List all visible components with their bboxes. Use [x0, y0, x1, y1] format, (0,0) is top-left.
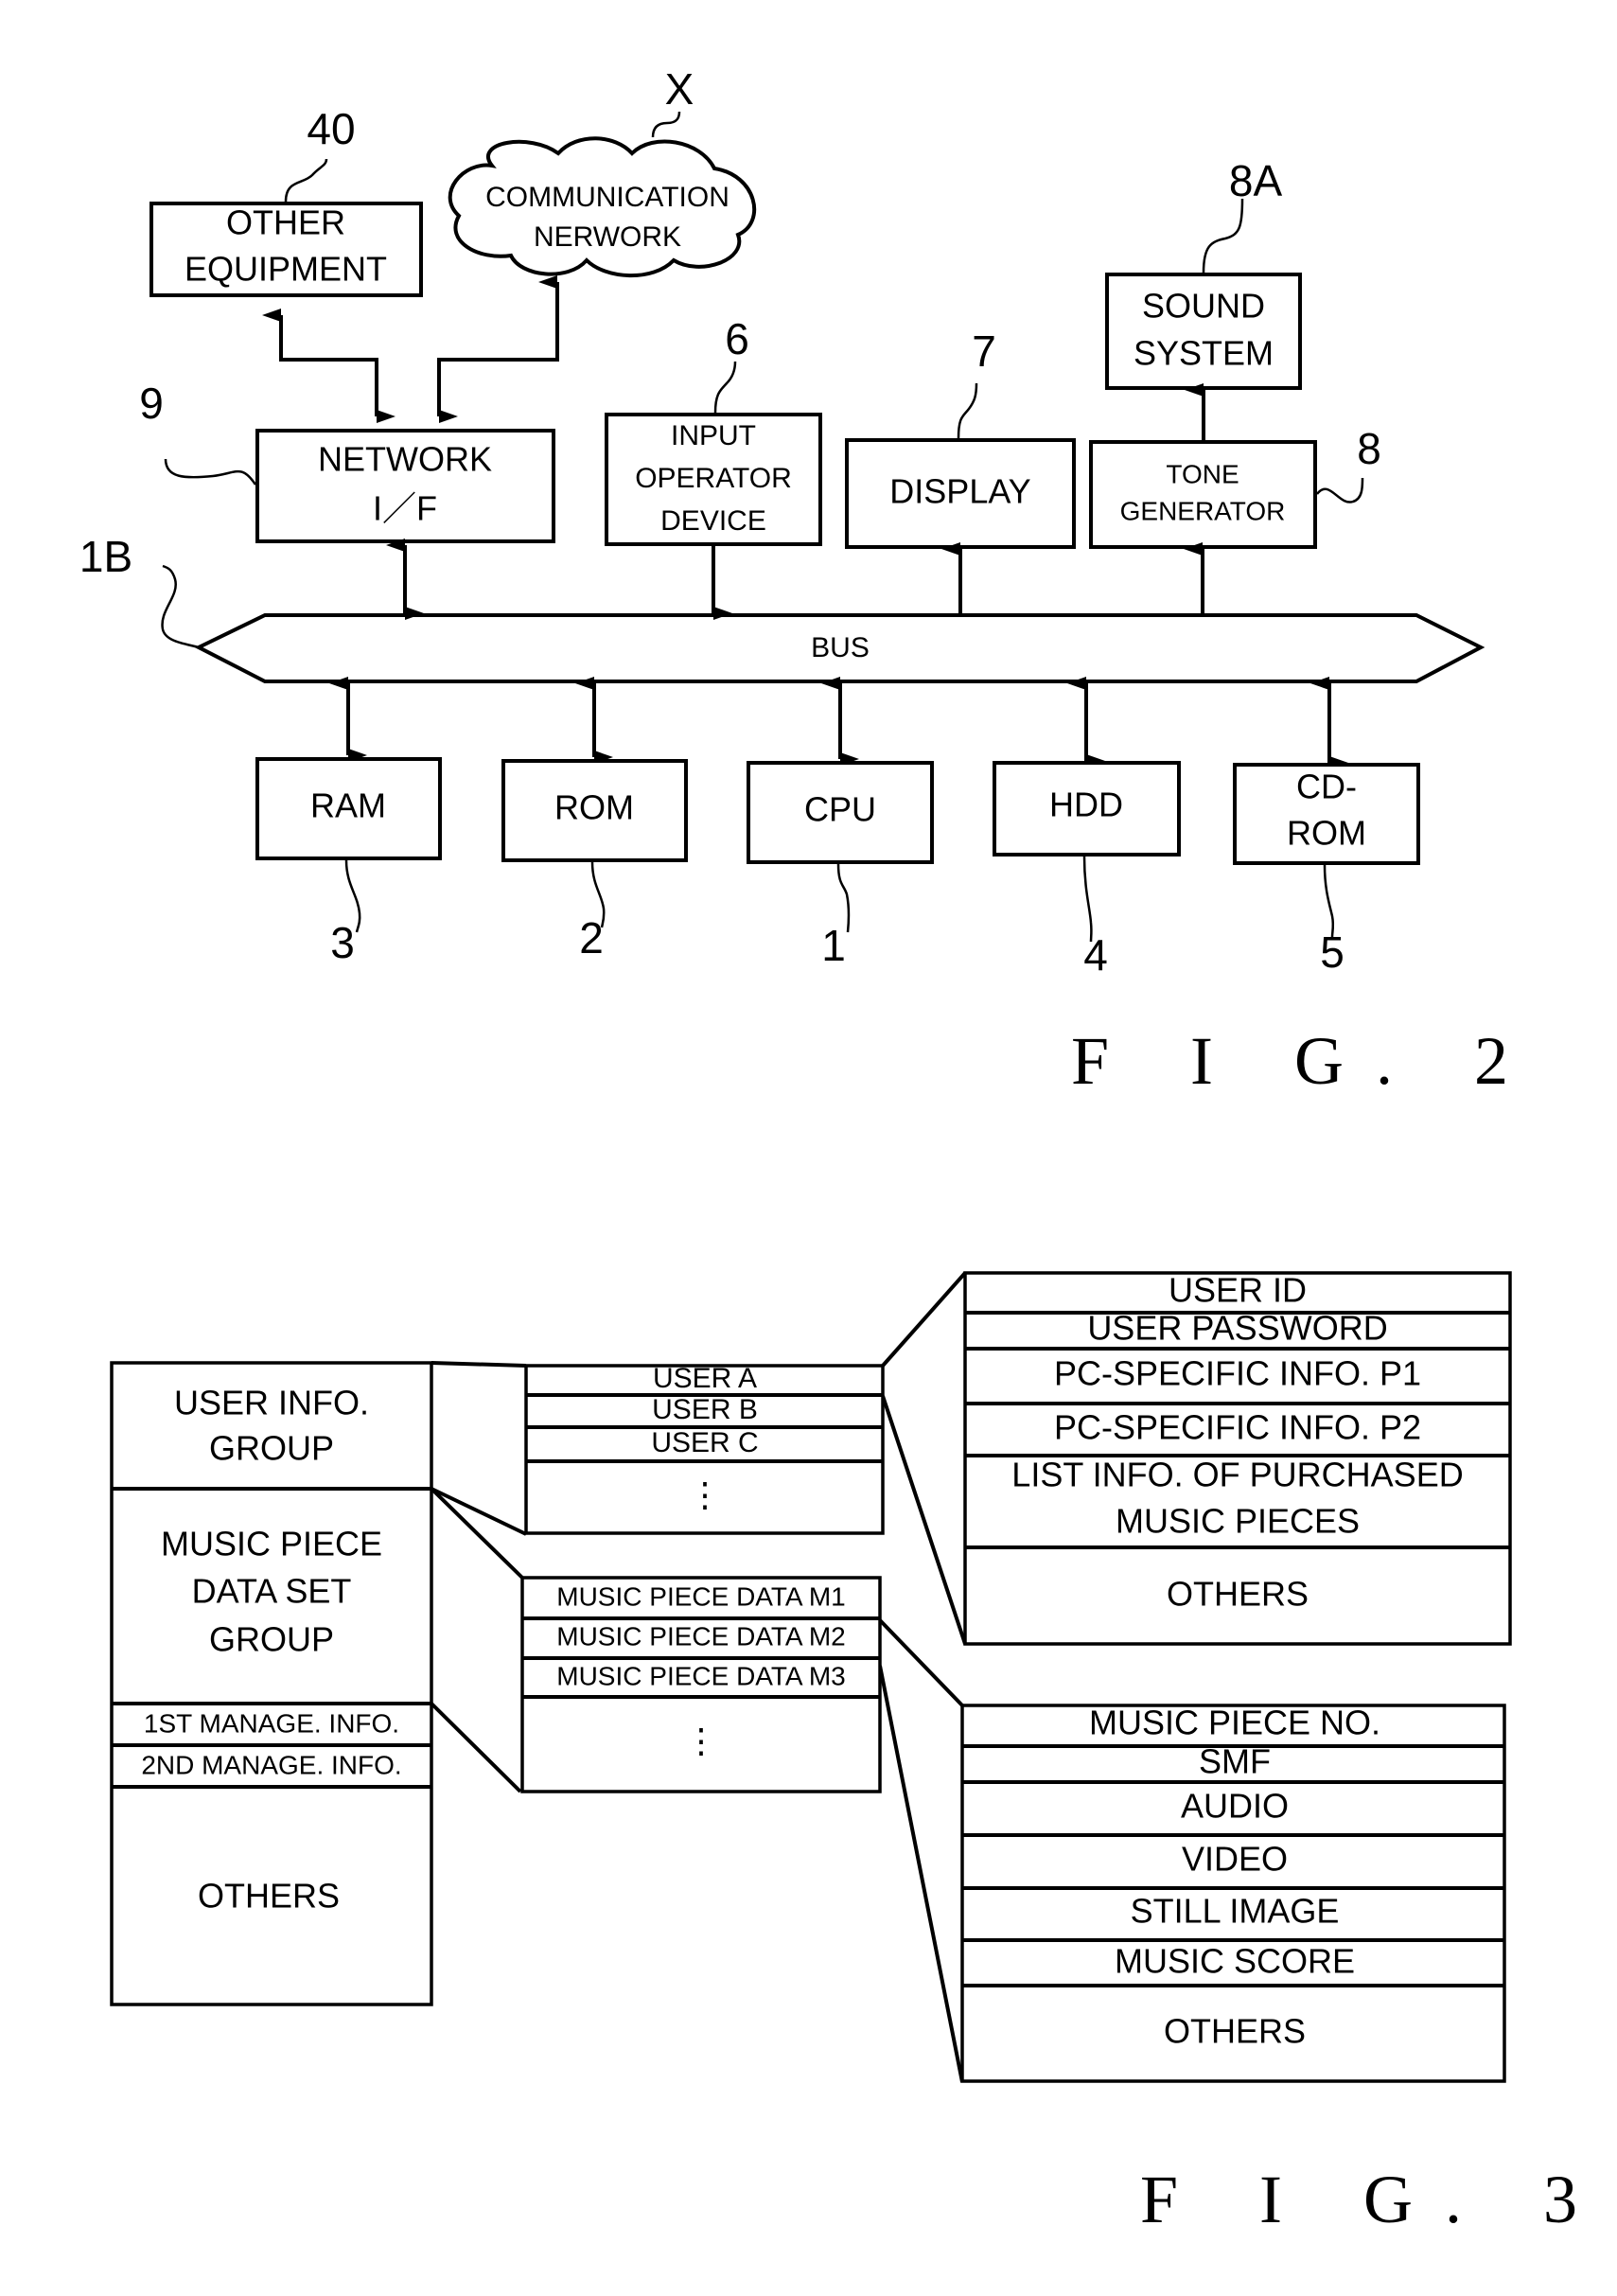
network-connections: [262, 275, 559, 423]
hdd-block: HDD 4: [993, 761, 1181, 980]
fig2-caption: F I G. 2: [1071, 1023, 1540, 1099]
ref-numeral-6: 6: [725, 314, 749, 363]
ref-numeral-7: 7: [972, 327, 996, 376]
ref-numeral-9: 9: [139, 379, 164, 428]
purchased-list-line1: LIST INFO. OF PURCHASED: [1011, 1456, 1463, 1494]
second-manage-info: 2ND MANAGE. INFO.: [141, 1750, 401, 1779]
communication-network-label-line1: COMMUNICATION: [485, 182, 729, 213]
input-operator-label-line1: INPUT: [671, 420, 756, 451]
music-group-line3: GROUP: [209, 1620, 334, 1659]
input-operator-label-line2: OPERATOR: [635, 463, 792, 494]
music-detail-field: STILL IMAGE: [1131, 1892, 1340, 1931]
other-equipment-label-line2: EQUIPMENT: [185, 250, 387, 289]
fig2-block-diagram: OTHER EQUIPMENT 40 COMMUNICATION NERWORK…: [79, 64, 1540, 1099]
music-detail-field: AUDIO: [1181, 1787, 1289, 1826]
pc-specific-info-p2: PC-SPECIFIC INFO. P2: [1054, 1408, 1421, 1447]
network-interface-block: NETWORK I／F 9: [139, 379, 555, 543]
user-info-group-line1: USER INFO.: [174, 1384, 369, 1422]
ref-numeral-3: 3: [330, 918, 355, 967]
music-list-item: MUSIC PIECE DATA M3: [556, 1661, 845, 1690]
display-block: DISPLAY 7: [845, 327, 1076, 549]
input-operator-label-line3: DEVICE: [660, 505, 766, 537]
input-operator-device-block: INPUT OPERATOR DEVICE 6: [605, 314, 822, 546]
music-detail-field: MUSIC SCORE: [1115, 1942, 1355, 1981]
user-info-group-line2: GROUP: [209, 1429, 334, 1468]
bus-top-connectors: [386, 539, 1204, 620]
fig3-caption: F I G. 3: [1140, 2162, 1609, 2237]
database-main-table: USER INFO. GROUP MUSIC PIECE DATA SET GR…: [110, 1361, 433, 2006]
user-list-table: USER A USER B USER C ⋮: [524, 1363, 885, 1535]
cdrom-label-line1: CD-: [1296, 768, 1357, 806]
music-list-item: MUSIC PIECE DATA M2: [556, 1621, 845, 1651]
ref-label-x: X: [665, 64, 694, 114]
cpu-block: CPU 1: [747, 761, 934, 970]
patent-drawing-sheet: OTHER EQUIPMENT 40 COMMUNICATION NERWORK…: [79, 64, 1609, 2237]
user-id-field: USER ID: [1169, 1271, 1307, 1310]
ref-numeral-8: 8: [1357, 424, 1381, 473]
purchased-list-line2: MUSIC PIECES: [1116, 1502, 1360, 1541]
music-piece-list-table: MUSIC PIECE DATA M1 MUSIC PIECE DATA M2 …: [520, 1576, 882, 1793]
sound-system-block: SOUND SYSTEM 8A: [1105, 156, 1302, 442]
ref-label-1b: 1B: [79, 532, 132, 581]
network-if-label-line1: NETWORK: [318, 440, 492, 479]
other-equipment-block: OTHER EQUIPMENT 40: [149, 104, 423, 297]
sound-system-label-line1: SOUND: [1142, 287, 1265, 326]
music-group-line2: DATA SET: [192, 1572, 352, 1611]
music-detail-field: MUSIC PIECE NO.: [1089, 1704, 1380, 1742]
cdrom-block: CD- ROM 5: [1233, 763, 1420, 977]
ram-label: RAM: [310, 786, 386, 825]
ref-numeral-4: 4: [1083, 930, 1108, 980]
user-list-item: USER B: [652, 1394, 758, 1425]
pc-specific-info-p1: PC-SPECIFIC INFO. P1: [1054, 1354, 1421, 1393]
ref-numeral-5: 5: [1320, 927, 1345, 977]
first-manage-info: 1ST MANAGE. INFO.: [144, 1708, 399, 1738]
ref-numeral-1: 1: [821, 921, 846, 970]
ram-block: RAM 3: [255, 757, 442, 967]
bus: BUS 1B: [79, 532, 1485, 683]
user-password-field: USER PASSWORD: [1087, 1309, 1387, 1348]
ref-numeral-2: 2: [579, 913, 604, 963]
other-equipment-label-line1: OTHER: [226, 203, 345, 242]
network-if-label-line2: I／F: [373, 489, 437, 528]
tone-generator-label-line1: TONE: [1166, 459, 1239, 488]
user-list-item: USER A: [653, 1363, 757, 1394]
ref-label-8a: 8A: [1229, 156, 1283, 205]
music-list-item: MUSIC PIECE DATA M1: [556, 1581, 845, 1611]
user-list-item: USER C: [651, 1427, 758, 1458]
communication-network-cloud: COMMUNICATION NERWORK X: [448, 64, 757, 278]
sound-system-label-line2: SYSTEM: [1134, 334, 1274, 373]
music-detail-field: SMF: [1199, 1742, 1271, 1781]
rom-block: ROM 2: [501, 759, 688, 963]
music-detail-table: MUSIC PIECE NO. SMF AUDIO VIDEO STILL IM…: [960, 1704, 1506, 2083]
music-list-ellipsis: ⋮: [684, 1722, 718, 1760]
cdrom-label-line2: ROM: [1287, 814, 1366, 853]
user-list-ellipsis: ⋮: [688, 1475, 722, 1514]
hdd-label: HDD: [1049, 786, 1123, 824]
user-detail-table: USER ID USER PASSWORD PC-SPECIFIC INFO. …: [963, 1271, 1512, 1646]
display-label: DISPLAY: [889, 472, 1030, 511]
rom-label: ROM: [554, 788, 634, 827]
fig3-data-structure: USER INFO. GROUP MUSIC PIECE DATA SET GR…: [110, 1271, 1609, 2237]
tone-generator-block: TONE GENERATOR 8: [1089, 424, 1381, 549]
tone-generator-label-line2: GENERATOR: [1120, 496, 1286, 525]
user-detail-others: OTHERS: [1167, 1575, 1309, 1614]
music-group-line1: MUSIC PIECE: [161, 1525, 382, 1563]
bus-label: BUS: [811, 632, 870, 663]
main-others: OTHERS: [198, 1877, 340, 1916]
communication-network-label-line2: NERWORK: [534, 221, 681, 253]
music-detail-field: VIDEO: [1182, 1840, 1288, 1879]
ref-numeral-40: 40: [307, 104, 355, 153]
cpu-label: CPU: [804, 790, 876, 829]
bus-bottom-connectors: [329, 677, 1348, 769]
music-detail-others: OTHERS: [1164, 2012, 1306, 2051]
